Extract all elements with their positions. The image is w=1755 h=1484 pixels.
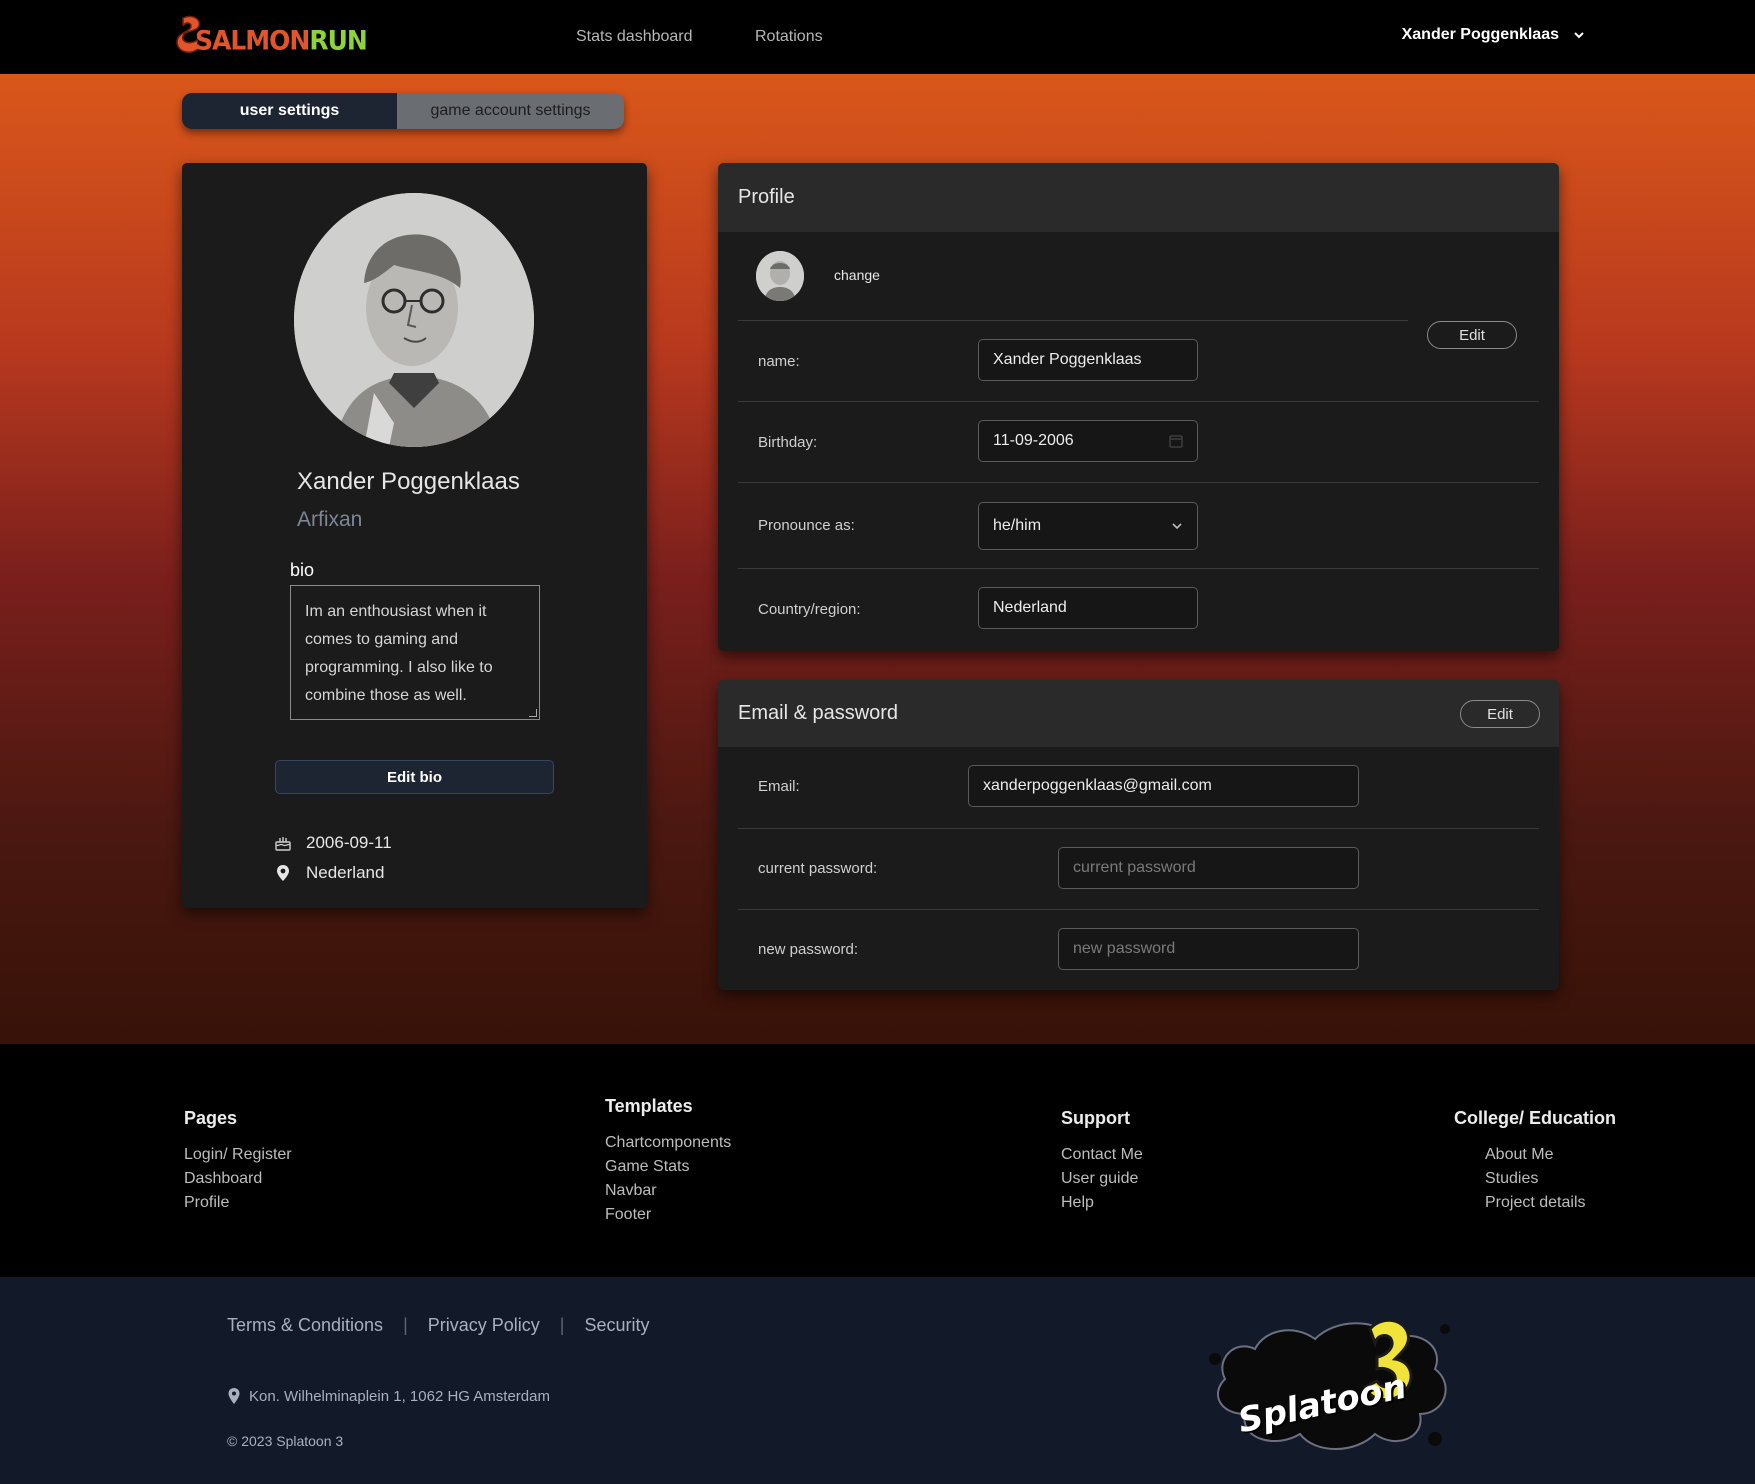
chevron-down-icon [1574, 32, 1584, 39]
footer-column-education: College/ Education About Me Studies Proj… [1454, 1108, 1616, 1215]
profile-card-header: Profile [718, 163, 1559, 232]
logo-text: SALMONRUN [195, 25, 368, 56]
profile-handle: Arfixan [297, 508, 363, 531]
country-label: Country/region: [758, 601, 861, 618]
email-field[interactable]: xanderpoggenklaas@gmail.com [968, 765, 1359, 807]
copyright: © 2023 Splatoon 3 [227, 1433, 344, 1449]
footer-column-title: Templates [605, 1096, 693, 1116]
new-password-row: new password: new password [738, 909, 1539, 990]
bio-textarea[interactable]: Im an enthousiast when it comes to gamin… [290, 585, 540, 720]
email-password-card-title: Email & password [738, 702, 899, 724]
bio-label: bio [290, 560, 315, 580]
edit-profile-button[interactable]: Edit [1427, 321, 1517, 349]
bio-text: Im an enthousiast when it comes to gamin… [305, 603, 493, 704]
logo-text-salmon: SALMON [195, 25, 310, 56]
email-label: Email: [758, 778, 800, 795]
current-password-row: current password: current password [738, 828, 1539, 909]
footer-link-help[interactable]: Help [1061, 1191, 1143, 1215]
footer-column-templates: Templates Chartcomponents Game Stats Nav… [605, 1096, 731, 1227]
email-row: Email: xanderpoggenklaas@gmail.com [738, 747, 1539, 828]
avatar-thumbnail-image [756, 251, 804, 301]
map-pin-icon [277, 865, 289, 881]
name-field[interactable]: Xander Poggenklaas [978, 339, 1198, 381]
birthday-field-row: Birthday: 11-09-2006 [738, 401, 1539, 481]
footer-link-studies[interactable]: Studies [1454, 1167, 1616, 1191]
map-pin-icon [228, 1388, 240, 1404]
new-password-input[interactable]: new password [1058, 928, 1359, 970]
footer-link-footer[interactable]: Footer [605, 1203, 731, 1227]
user-summary-card: Xander Poggenklaas Arfixan bio Im an ent… [182, 163, 647, 908]
profile-card: Profile change Edit name: Xander Poggenk… [718, 163, 1559, 651]
edit-bio-button[interactable]: Edit bio [275, 760, 554, 794]
footer-links: Pages Login/ Register Dashboard Profile … [0, 1044, 1755, 1277]
birthday-row: 2006-09-11 [274, 833, 392, 853]
footer-column-pages: Pages Login/ Register Dashboard Profile [184, 1108, 292, 1215]
footer-column-support: Support Contact Me User guide Help [1061, 1108, 1143, 1215]
profile-name: Xander Poggenklaas [297, 468, 520, 495]
user-menu-name: Xander Poggenklaas [1401, 26, 1559, 43]
footer-link-user-guide[interactable]: User guide [1061, 1167, 1143, 1191]
calendar-icon[interactable] [1169, 434, 1183, 448]
footer-link-profile[interactable]: Profile [184, 1191, 292, 1215]
change-avatar-link[interactable]: change [834, 267, 880, 283]
footer-link-project-details[interactable]: Project details [1454, 1191, 1616, 1215]
address-text: Kon. Wilhelminaplein 1, 1062 HG Amsterda… [249, 1387, 550, 1405]
pronoun-row: Pronounce as: he/him [738, 482, 1539, 568]
tab-game-account-settings[interactable]: game account settings [397, 93, 624, 129]
birthday-date-input[interactable]: 11-09-2006 [978, 420, 1198, 462]
chevron-down-icon [1172, 523, 1182, 530]
footer-column-title: Support [1061, 1108, 1130, 1128]
current-password-input[interactable]: current password [1058, 847, 1359, 889]
birthday-label: Birthday: [758, 434, 818, 451]
salmon-run-logo[interactable]: SALMONRUN [175, 14, 368, 60]
location-row: Nederland [274, 863, 384, 883]
name-row: name: Xander Poggenklaas [738, 320, 1408, 400]
birthday-date-value: 11-09-2006 [993, 432, 1074, 449]
legal-links: Terms & Conditions | Privacy Policy | Se… [227, 1315, 650, 1336]
security-link[interactable]: Security [584, 1315, 649, 1336]
new-password-label: new password: [758, 941, 859, 958]
pronoun-select[interactable]: he/him [978, 502, 1198, 550]
footer-link-chartcomponents[interactable]: Chartcomponents [605, 1131, 731, 1155]
profile-avatar-thumbnail [756, 251, 804, 301]
footer-column-title: College/ Education [1454, 1108, 1617, 1128]
name-label: name: [758, 353, 800, 370]
edit-email-password-button[interactable]: Edit [1460, 700, 1540, 728]
footer-column-title: Pages [184, 1108, 238, 1128]
footer-link-contact-me[interactable]: Contact Me [1061, 1143, 1143, 1167]
avatar-portrait-image [294, 193, 534, 447]
pronoun-selected-value: he/him [993, 517, 1042, 534]
country-row: Country/region: Nederland [738, 568, 1539, 651]
footer-bottom: Terms & Conditions | Privacy Policy | Se… [0, 1277, 1755, 1484]
navbar: SALMONRUN Stats dashboard Rotations Xand… [0, 0, 1755, 74]
email-password-card: Email & password Edit Email: xanderpogge… [718, 680, 1559, 990]
terms-conditions-link[interactable]: Terms & Conditions [227, 1315, 383, 1336]
user-menu[interactable]: Xander Poggenklaas [1402, 26, 1585, 44]
separator: | [559, 1315, 565, 1335]
country-field[interactable]: Nederland [978, 587, 1198, 629]
privacy-policy-link[interactable]: Privacy Policy [428, 1315, 540, 1336]
profile-card-title: Profile [738, 186, 795, 208]
logo-text-run: RUN [309, 25, 367, 56]
footer-link-dashboard[interactable]: Dashboard [184, 1167, 292, 1191]
footer-link-about-me[interactable]: About Me [1454, 1143, 1616, 1167]
nav-link-stats-dashboard[interactable]: Stats dashboard [576, 28, 693, 46]
footer-link-login-register[interactable]: Login/ Register [184, 1143, 292, 1167]
footer-link-navbar[interactable]: Navbar [605, 1179, 731, 1203]
avatar [294, 193, 534, 447]
separator: | [403, 1315, 408, 1335]
email-password-card-header: Email & password Edit [718, 680, 1559, 747]
current-password-label: current password: [758, 860, 878, 877]
address: Kon. Wilhelminaplein 1, 1062 HG Amsterda… [227, 1387, 550, 1405]
tab-user-settings[interactable]: user settings [182, 93, 397, 129]
resize-handle-icon[interactable] [529, 709, 537, 717]
location-text: Nederland [306, 863, 385, 882]
cake-icon [275, 837, 291, 851]
pronoun-label: Pronounce as: [758, 517, 855, 534]
birthday-text: 2006-09-11 [306, 833, 392, 852]
footer-link-game-stats[interactable]: Game Stats [605, 1155, 731, 1179]
nav-link-rotations[interactable]: Rotations [755, 28, 823, 46]
settings-tabs: user settings game account settings [182, 93, 624, 129]
